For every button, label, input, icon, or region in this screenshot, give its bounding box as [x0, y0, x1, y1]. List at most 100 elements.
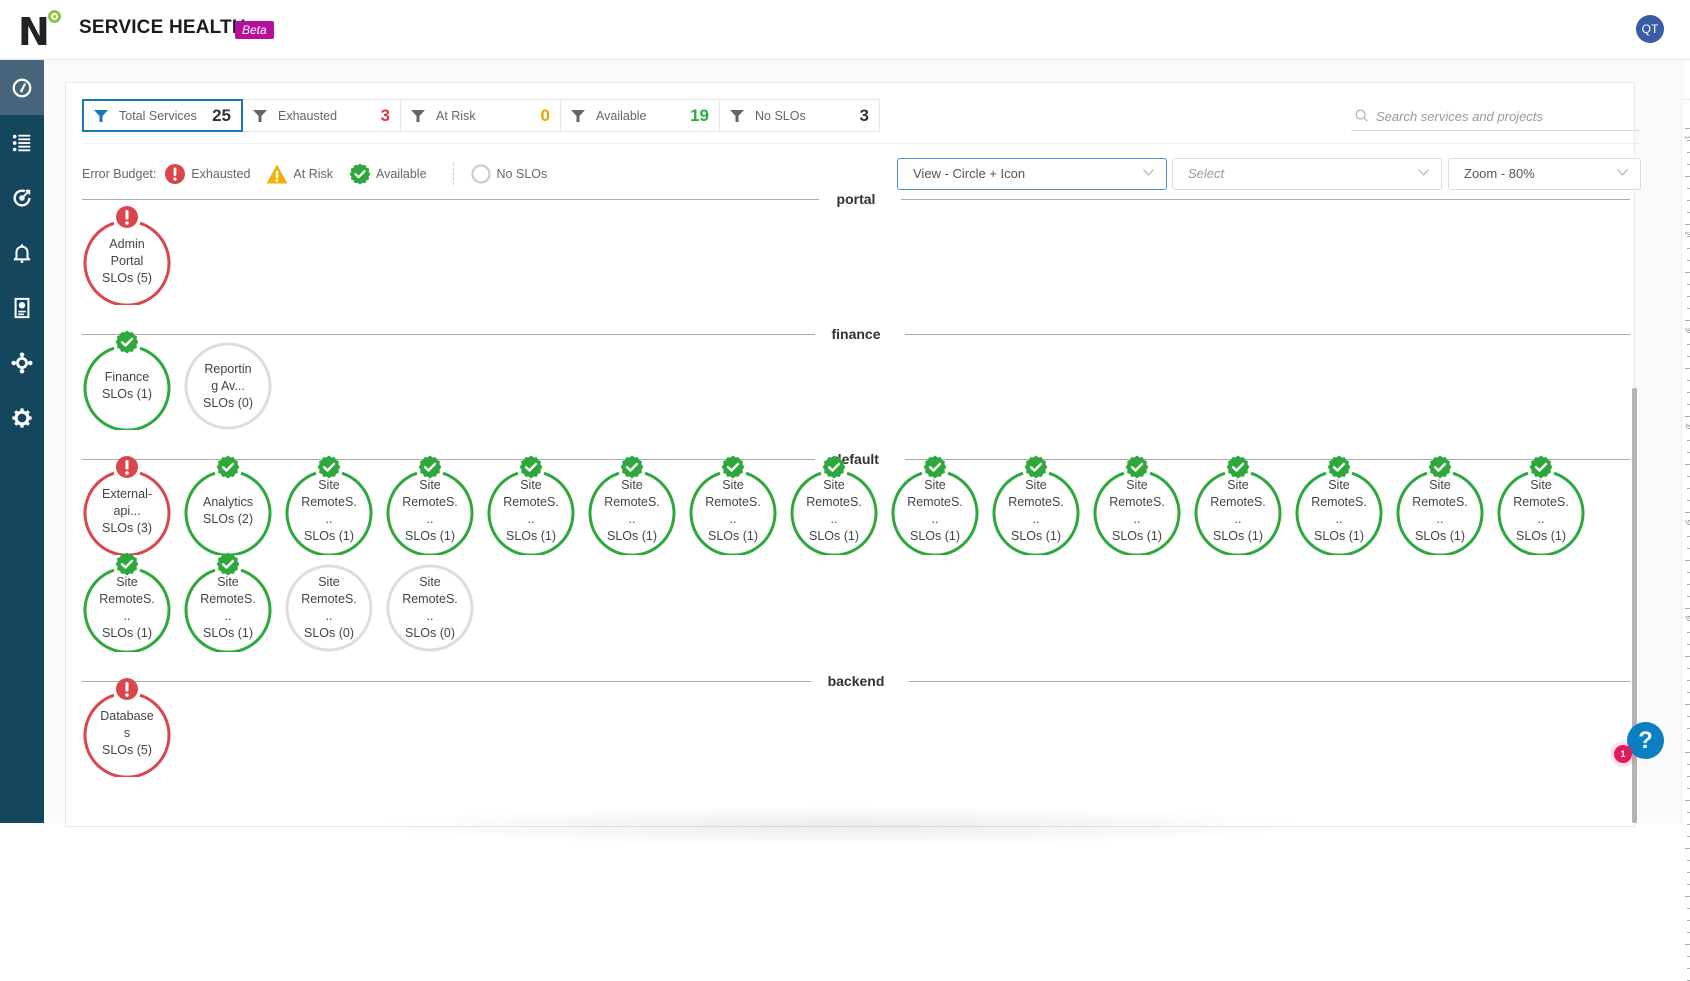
- service-node[interactable]: Site RemoteS... SLOs (1): [285, 455, 373, 555]
- service-node[interactable]: Site RemoteS... SLOs (1): [992, 455, 1080, 555]
- service-node[interactable]: Site RemoteS... SLOs (1): [1497, 455, 1585, 555]
- service-node[interactable]: Site RemoteS... SLOs (0): [386, 564, 474, 652]
- filter-available[interactable]: Available 19: [561, 100, 720, 131]
- service-label: Admin Portal SLOs (5): [87, 217, 167, 305]
- service-label-line: RemoteS.: [402, 592, 458, 606]
- filter-at-risk[interactable]: At Risk 0: [401, 100, 561, 131]
- service-label-line: ..: [1537, 512, 1545, 526]
- check-badge-icon: [1428, 455, 1452, 479]
- service-label: Reportin g Av... SLOs (0): [188, 342, 268, 430]
- help-button[interactable]: ?: [1627, 722, 1664, 759]
- service-label-line: Site: [1429, 478, 1451, 492]
- notification-badge[interactable]: 1: [1614, 745, 1632, 763]
- legend-exhausted: Exhausted: [164, 163, 250, 185]
- service-label: Site RemoteS... SLOs (1): [895, 467, 975, 555]
- service-label: Database s SLOs (5): [87, 689, 167, 777]
- service-label-line: SLOs (1): [606, 529, 657, 543]
- service-label-line: g Av...: [211, 378, 245, 393]
- project-select-dropdown[interactable]: Select: [1172, 158, 1442, 190]
- filter-exhausted[interactable]: Exhausted 3: [243, 100, 401, 131]
- service-label-line: ..: [1032, 512, 1040, 526]
- sidebar-nav: [0, 60, 44, 823]
- filter-count: 19: [690, 105, 709, 125]
- service-node[interactable]: Database s SLOs (5): [83, 678, 171, 777]
- service-label-line: SLOs (0): [303, 626, 354, 640]
- report-icon: [14, 297, 30, 318]
- chevron-down-icon: [1143, 169, 1154, 176]
- service-node[interactable]: Site RemoteS... SLOs (1): [386, 455, 474, 555]
- service-label: Site RemoteS... SLOs (0): [390, 564, 470, 652]
- service-node[interactable]: Site RemoteS... SLOs (1): [1295, 455, 1383, 555]
- ruler-tick: [1685, 176, 1690, 177]
- service-node[interactable]: Site RemoteS... SLOs (1): [588, 455, 676, 555]
- section-name: finance: [831, 326, 881, 342]
- service-node[interactable]: Reportin g Av... SLOs (0): [184, 342, 272, 430]
- service-map-canvas: portal Admin Portal SLOs (5) finance Finance S…: [82, 190, 1630, 823]
- service-label-line: ..: [325, 512, 333, 526]
- filter-no-slos[interactable]: No SLOs 3: [720, 100, 879, 131]
- service-label-line: s: [123, 725, 131, 740]
- view-mode-dropdown[interactable]: View - Circle + Icon: [897, 158, 1167, 190]
- list-icon: [12, 134, 31, 151]
- service-node[interactable]: Site RemoteS... SLOs (1): [790, 455, 878, 555]
- service-label: Site RemoteS... SLOs (1): [1198, 467, 1278, 555]
- legend-available: Available: [349, 163, 427, 185]
- filter-label: Available: [596, 108, 647, 123]
- service-node[interactable]: Site RemoteS... SLOs (1): [184, 552, 272, 652]
- ruler-label: 4: [1683, 423, 1690, 428]
- sidebar-item-integrations[interactable]: [0, 335, 44, 390]
- section-header-portal: portal: [82, 190, 1630, 210]
- bottom-shadow: [360, 806, 1320, 846]
- page-title: SERVICE HEALTH: [79, 17, 246, 38]
- service-label-line: SLOs (1): [909, 529, 960, 543]
- sidebar-item-dashboard[interactable]: [0, 60, 44, 115]
- user-avatar[interactable]: QT: [1636, 15, 1664, 43]
- service-label-line: SLOs (5): [101, 742, 152, 757]
- sidebar-item-settings[interactable]: [0, 390, 44, 445]
- service-label-line: RemoteS.: [301, 592, 357, 606]
- sidebar-item-alerts[interactable]: [0, 225, 44, 280]
- service-label-line: Admin: [109, 236, 145, 251]
- service-node[interactable]: Site RemoteS... SLOs (1): [83, 552, 171, 652]
- service-label-line: Site: [1328, 478, 1350, 492]
- service-node[interactable]: External-api... SLOs (3): [83, 456, 171, 555]
- service-node[interactable]: Site RemoteS... SLOs (1): [891, 455, 979, 555]
- service-label-line: SLOs (1): [707, 529, 758, 543]
- service-label-line: RemoteS.: [200, 592, 256, 606]
- service-node[interactable]: Analytics SLOs (2): [184, 455, 272, 555]
- app-logo[interactable]: N: [18, 10, 64, 52]
- filter-total-services[interactable]: Total Services 25: [82, 99, 243, 132]
- service-node[interactable]: Finance SLOs (1): [83, 330, 171, 430]
- service-label-line: RemoteS.: [1412, 495, 1468, 509]
- service-label-line: SLOs (3): [101, 520, 152, 535]
- integrations-icon: [11, 351, 33, 374]
- service-label: Site RemoteS... SLOs (1): [1097, 467, 1177, 555]
- legend-item-label: Exhausted: [191, 167, 251, 181]
- check-badge-icon: [519, 455, 543, 479]
- service-label-line: ..: [1234, 512, 1242, 526]
- service-label-line: ..: [628, 512, 636, 526]
- service-node[interactable]: Site RemoteS... SLOs (1): [1194, 455, 1282, 555]
- service-node[interactable]: Site RemoteS... SLOs (0): [285, 564, 373, 652]
- service-node[interactable]: Site RemoteS... SLOs (1): [689, 455, 777, 555]
- sidebar-item-list[interactable]: [0, 115, 44, 170]
- service-label-line: SLOs (1): [1111, 529, 1162, 543]
- sidebar-item-reports[interactable]: [0, 280, 44, 335]
- service-node[interactable]: Site RemoteS... SLOs (1): [1396, 455, 1484, 555]
- search-input[interactable]: [1376, 106, 1636, 126]
- zoom-dropdown[interactable]: Zoom - 80%: [1448, 158, 1641, 190]
- service-node[interactable]: Admin Portal SLOs (5): [83, 206, 171, 305]
- chevron-down-icon: [1617, 169, 1628, 176]
- sidebar-item-slo[interactable]: [0, 170, 44, 225]
- service-node[interactable]: Site RemoteS... SLOs (1): [1093, 455, 1181, 555]
- service-label: Site RemoteS... SLOs (1): [1501, 467, 1581, 555]
- check-badge-icon: [418, 455, 442, 479]
- service-label-line: SLOs (0): [404, 626, 455, 640]
- service-label-line: SLOs (1): [1313, 529, 1364, 543]
- check-badge-icon: [620, 455, 644, 479]
- service-label-line: SLOs (1): [202, 626, 253, 640]
- select-placeholder: Select: [1188, 166, 1225, 181]
- service-node[interactable]: Site RemoteS... SLOs (1): [487, 455, 575, 555]
- vertical-scrollbar[interactable]: [1632, 388, 1637, 823]
- service-label-line: ..: [426, 609, 434, 623]
